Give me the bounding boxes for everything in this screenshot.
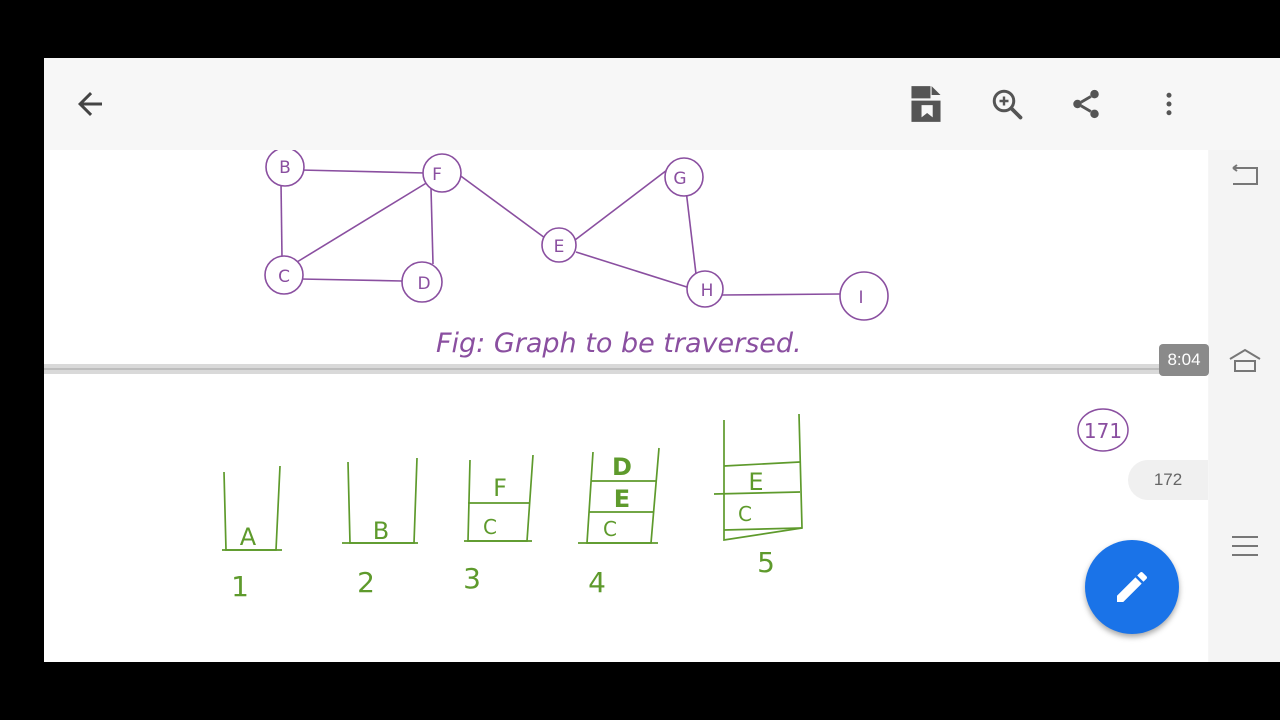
more-options-button[interactable]: [1145, 80, 1193, 128]
back-button[interactable]: [66, 80, 114, 128]
edge-b-c: [280, 181, 283, 259]
node-i-label: I: [858, 288, 863, 308]
time-indicator: 8:04: [1159, 344, 1209, 376]
graph-figure: B F G C D E H I Fig: Graph to be travers…: [264, 150, 889, 359]
edge-g-h: [685, 189, 697, 275]
share-icon: [1073, 89, 1099, 119]
stack-5-cell-1: C: [738, 502, 752, 526]
node-h-label: H: [701, 281, 714, 301]
node-c-label: C: [278, 267, 290, 287]
stack-4-label: 4: [588, 566, 606, 599]
right-rail: [1209, 150, 1280, 662]
node-g-label: G: [673, 169, 686, 189]
edge-f-d: [430, 187, 434, 265]
nav-menu-icon: [1232, 536, 1258, 556]
pencil-icon: [1117, 572, 1147, 602]
node-b-label: B: [279, 158, 291, 178]
nav-back-icon: [1232, 164, 1258, 185]
stack-3-cell-1: C: [483, 515, 497, 539]
edge-c-d: [299, 278, 403, 282]
edge-f-e: [457, 173, 546, 239]
document-area[interactable]: B F G C D E H I Fig: Graph to be travers…: [44, 150, 1208, 662]
page-172: 171 A B C F C E D C E 1 2 3 4 5: [44, 374, 1208, 662]
node-e-label: E: [554, 237, 565, 257]
more-vert-icon: [1166, 92, 1172, 116]
edge-b-f: [299, 169, 426, 174]
bookmark-icon: [911, 86, 941, 122]
share-button[interactable]: [1062, 80, 1110, 128]
node-f-label: F: [432, 165, 442, 185]
bookmark-button[interactable]: [902, 80, 950, 128]
stack-2-cell-1: B: [373, 517, 389, 545]
stack-5-label: 5: [757, 546, 775, 579]
edge-e-h: [575, 251, 691, 289]
search-button[interactable]: [983, 80, 1031, 128]
stack-3-cell-2: F: [493, 474, 507, 502]
nav-back-button[interactable]: [1225, 156, 1265, 196]
page-171-number-mark: 171: [1077, 408, 1129, 452]
stack-3-label: 3: [463, 562, 481, 595]
page-171: B F G C D E H I Fig: Graph to be travers…: [44, 150, 1208, 364]
node-d-label: D: [417, 274, 430, 294]
stack-figure: 171 A B C F C E D C E 1 2 3 4 5: [222, 408, 1129, 603]
search-icon: [992, 89, 1023, 120]
page-separator: [44, 364, 1208, 374]
top-toolbar: [44, 58, 1280, 150]
nav-home-icon: [1229, 348, 1261, 372]
stack-2-label: 2: [357, 566, 375, 599]
edit-fab-button[interactable]: [1085, 540, 1179, 634]
stack-5-cell-2: E: [748, 468, 763, 496]
stack-1-cell-1: A: [240, 523, 257, 551]
nav-home-button[interactable]: [1225, 341, 1265, 381]
nav-menu-button[interactable]: [1225, 526, 1265, 566]
node-f-circle: [422, 153, 462, 193]
node-i-circle: [839, 271, 889, 321]
edge-c-f: [296, 181, 429, 263]
stack-4-cell-2: E: [614, 485, 630, 513]
stack-1-label: 1: [231, 570, 249, 603]
figure-caption: Fig: Graph to be traversed.: [436, 328, 802, 359]
arrow-left-icon: [78, 92, 102, 116]
page-indicator[interactable]: 172: [1128, 460, 1208, 500]
edge-h-i: [721, 293, 841, 296]
stack-4-cell-3: D: [612, 453, 632, 481]
page-number-label: 171: [1084, 419, 1122, 443]
edge-e-g: [574, 169, 668, 241]
stack-4-cell-1: C: [603, 517, 617, 541]
